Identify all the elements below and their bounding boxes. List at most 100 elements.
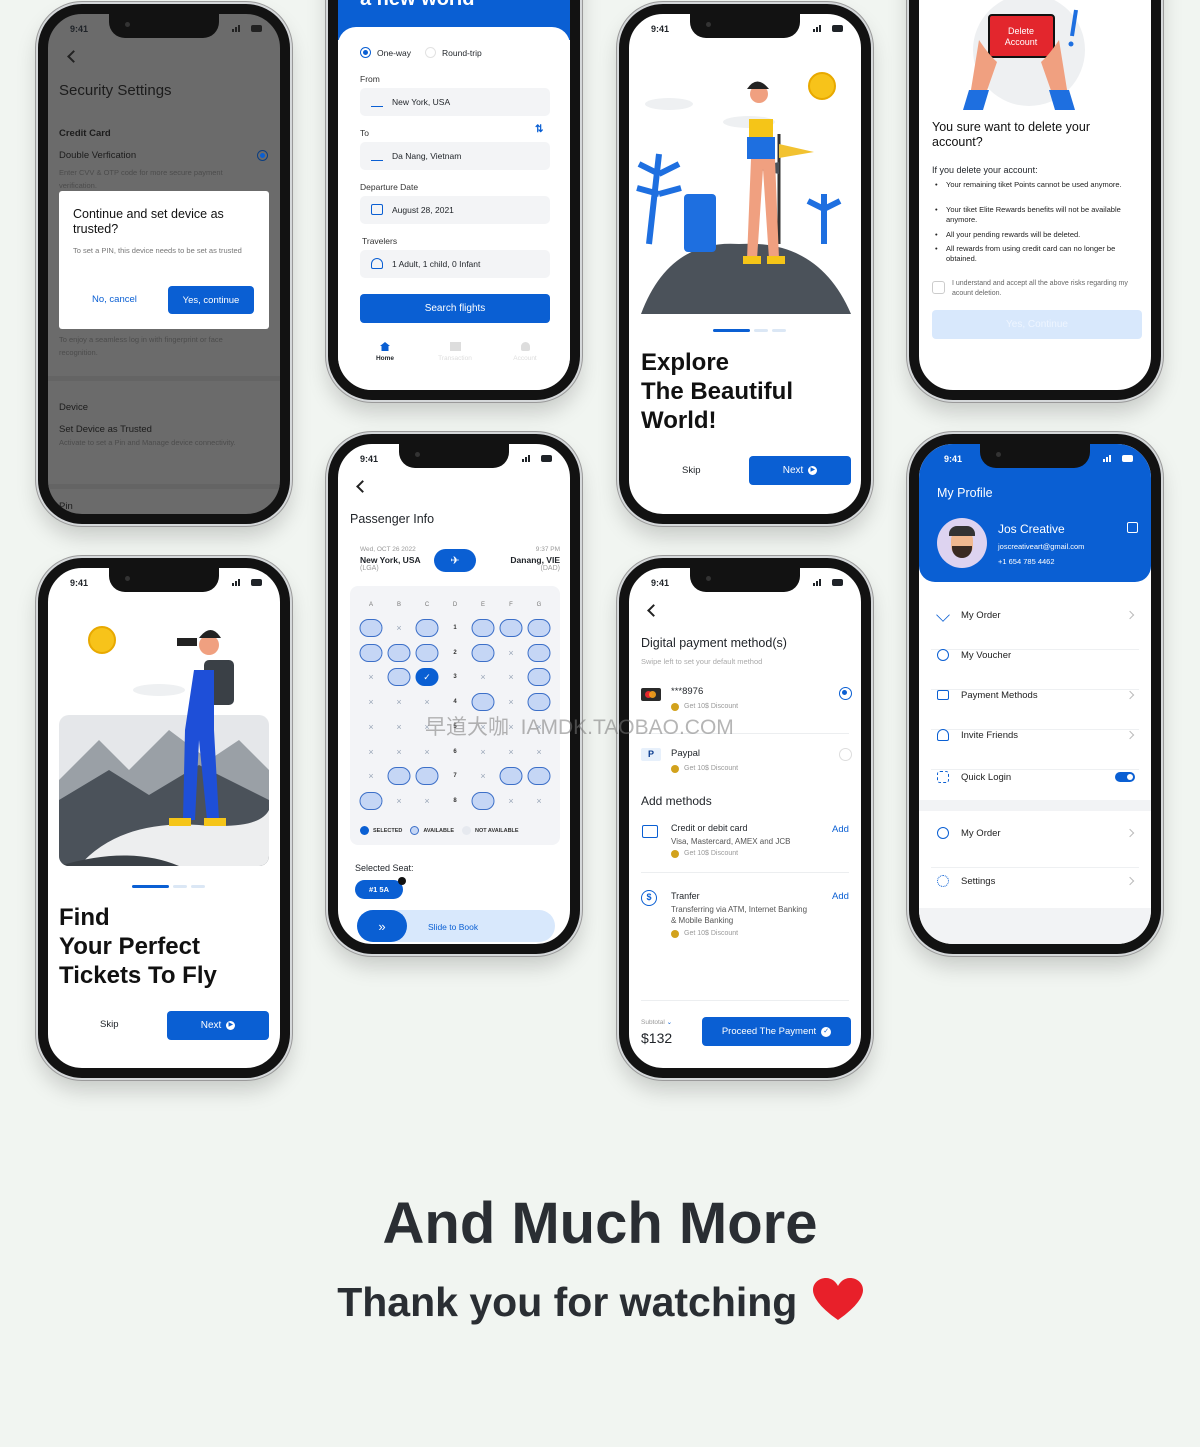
method-radio[interactable] [839,687,852,700]
seat-available[interactable] [415,619,439,637]
slide-handle[interactable]: » [357,910,407,942]
chip-label: #1 5A [368,885,389,894]
tab-label: Home [375,355,395,362]
cancel-button[interactable]: No, cancel [92,294,137,305]
footer-thanks: Thank you for watching [0,1278,1200,1326]
phone-security-settings: 9:41 Security Settings Credit Card Doubl… [38,4,290,524]
header-title: a new world [360,0,474,11]
seat-available[interactable] [471,791,495,810]
seat-available[interactable] [527,668,551,687]
add-card-button[interactable]: Add [832,824,849,835]
signal-battery-icon [232,25,262,32]
seat-column-label: C [424,602,430,608]
seat-available[interactable] [499,619,523,637]
quick-login-toggle[interactable] [1115,772,1135,782]
next-button[interactable]: Next ▶ [167,1011,269,1040]
travelers-field[interactable]: 1 Adult, 1 child, 0 Infant [360,250,550,278]
menu-item-help-order[interactable]: My Order [931,827,1139,868]
add-transfer-button[interactable]: Add [832,891,849,902]
menu-item-my-order[interactable]: My Order [931,608,1139,650]
menu-item-payment-methods[interactable]: Payment Methods [931,690,1139,730]
remove-seat-icon[interactable] [398,877,406,885]
confirm-delete-button[interactable]: Yes, Continue [932,310,1142,339]
slide-to-book[interactable]: » Slide to Book [357,910,555,942]
tab-home[interactable]: Home [360,342,410,362]
seat-available[interactable] [415,643,439,662]
subtotal-label: Subtotal [641,1019,665,1026]
seat-unavailable: × [480,672,486,683]
dialog-body: To set a PIN, this device needs to be se… [73,246,242,255]
seat-available[interactable] [387,668,411,687]
seat-available[interactable] [527,643,551,662]
legend-label: NOT AVAILABLE [475,827,519,834]
seat-available[interactable] [499,767,523,786]
chevron-right-icon [1125,876,1135,886]
tab-transaction[interactable]: Transaction [430,342,480,362]
selected-seat-chip[interactable]: #1 5A [355,877,406,899]
double-verification-radio[interactable] [257,150,268,161]
legend-label: SELECTED [373,827,403,834]
one-way-radio[interactable] [360,47,371,58]
seat-unavailable: × [424,697,430,708]
menu-item-invite-friends[interactable]: Invite Friends [931,729,1139,770]
seat-available[interactable] [527,693,551,712]
seat-available[interactable] [471,619,495,637]
seat-available[interactable] [359,619,383,637]
seat-available[interactable] [387,767,411,786]
seat-row-number: 1 [453,625,457,631]
trusted-device-label: Set Device as Trusted [59,424,152,435]
arrow-right-icon: ▶ [808,466,818,475]
selected-seat-label: Selected Seat: [355,863,414,873]
back-button[interactable] [67,50,80,63]
confirm-button[interactable]: Yes, continue [168,286,254,314]
skip-button[interactable]: Skip [100,1019,118,1030]
seat-available[interactable] [359,791,383,810]
from-field[interactable]: New York, USA [360,88,550,116]
seat-available[interactable] [527,767,551,786]
skip-button[interactable]: Skip [682,465,700,476]
seat-available[interactable] [359,643,383,662]
status-time: 9:41 [70,578,89,588]
edit-profile-icon[interactable] [1127,522,1138,533]
next-button[interactable]: Next ▶ [749,456,851,485]
tab-account[interactable]: Account [500,342,550,362]
method-radio[interactable] [839,748,852,761]
chevron-down-icon: ⌄ [666,1019,673,1026]
section-device: Device [59,402,89,413]
back-button[interactable] [647,604,660,617]
next-label: Next [200,1020,222,1031]
accept-risks-checkbox[interactable] [932,281,945,294]
seat-row-number: 8 [453,797,457,804]
title-line: Explore [641,349,730,376]
signal-battery-icon [522,455,552,462]
seat-column-label: E [480,602,486,608]
proceed-payment-button[interactable]: Proceed The Payment ✓ [702,1017,851,1046]
search-flights-button[interactable]: Search flights [360,294,550,323]
method-discount: Get 10$ Discount [671,850,738,858]
seat-row-number: 6 [453,748,457,755]
travelers-value: 1 Adult, 1 child, 0 Infant [392,259,481,269]
takeoff-icon [371,96,383,107]
seat-available[interactable] [387,643,411,662]
seat-selected[interactable]: ✓ [415,668,439,687]
trusted-device-desc: Activate to set a Pin and Manage device … [59,438,236,447]
subtotal-toggle[interactable]: Subtotal ⌄ [641,1018,672,1026]
seat-row-number: 4 [453,699,457,706]
legend-label: AVAILABLE [423,827,454,834]
to-field[interactable]: Da Nang, Vietnam [360,142,550,170]
menu-item-my-voucher[interactable]: My Voucher [931,649,1139,690]
page-title: Passenger Info [350,512,435,526]
transfer-dollar-icon: $ [641,890,657,906]
seat-unavailable: × [536,795,542,806]
seat-available[interactable] [527,619,551,637]
round-trip-radio[interactable] [425,47,436,58]
add-method-name: Tranfer [671,891,700,901]
method-discount: Get 10$ Discount [671,765,738,773]
date-field[interactable]: August 28, 2021 [360,196,550,224]
seat-available[interactable] [471,693,495,712]
page-subtitle: Swipe left to set your default method [641,657,763,666]
swap-icon[interactable]: ⇅ [535,124,543,135]
seat-available[interactable] [471,643,495,662]
back-button[interactable] [356,480,369,493]
seat-available[interactable] [415,767,439,786]
